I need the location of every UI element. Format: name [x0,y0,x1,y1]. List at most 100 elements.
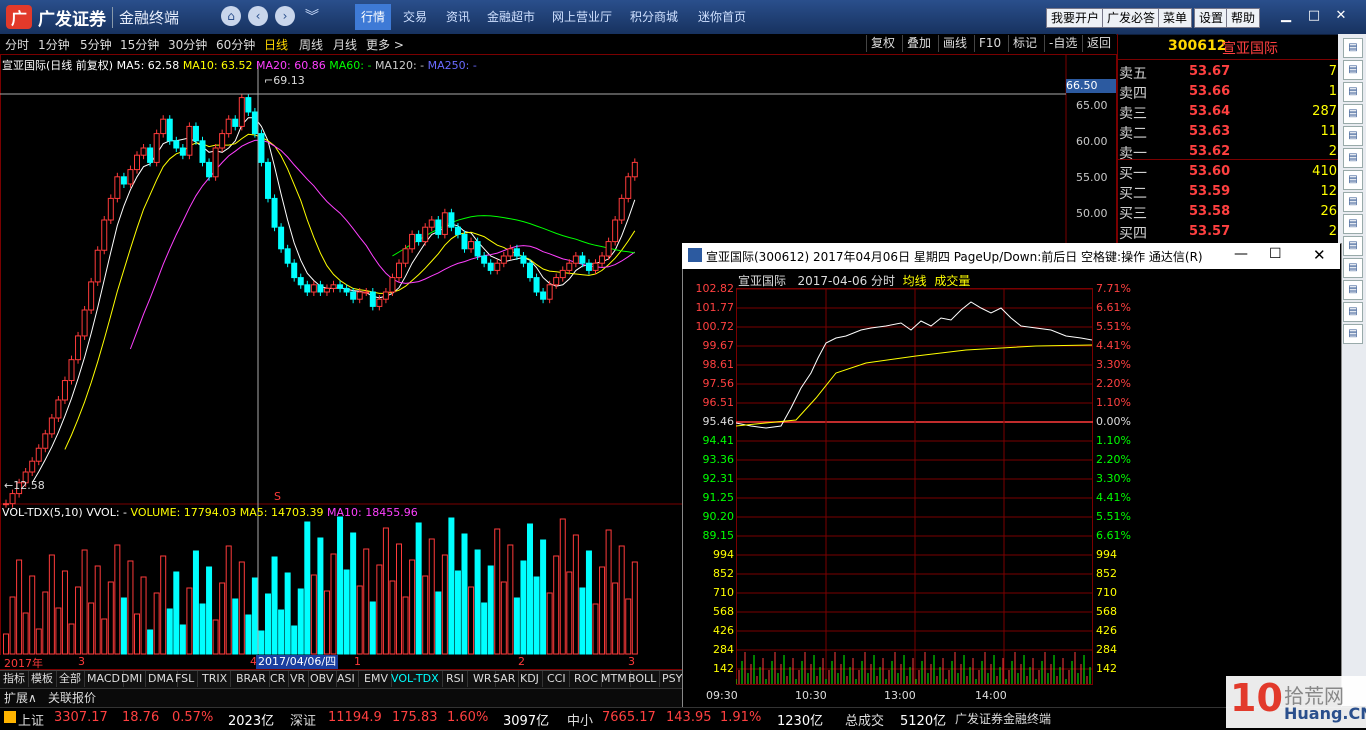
expand-tab[interactable]: 扩展∧ [4,689,37,706]
tool-3[interactable]: F10 [974,35,1005,52]
period-7[interactable]: 周线 [299,36,323,53]
popup-minimize-icon[interactable]: — [1234,246,1248,262]
close-icon[interactable]: ✕ [1331,7,1351,25]
tool-4[interactable]: 标记 [1008,35,1041,52]
ob-price: 53.62 [1189,144,1231,159]
expand-icon[interactable]: ︾ [302,6,322,26]
orderbook-row[interactable]: 买三 53.58 26 [1119,203,1337,223]
tool-2[interactable]: 画线 [938,35,971,52]
top-button-1[interactable]: 广发必答 [1102,8,1161,28]
side-tool-icon[interactable]: ▤ [1343,214,1363,234]
period-6[interactable]: 日线 [264,36,288,53]
indicator-tab-14[interactable]: VOL-TDX [388,671,443,687]
orderbook-row[interactable]: 买一 53.60 410 [1119,163,1337,183]
volume-label: VOLUME: 17794.03 [130,506,237,519]
period-8[interactable]: 月线 [333,36,357,53]
ob-price: 53.60 [1189,164,1231,179]
period-5[interactable]: 60分钟 [216,36,255,53]
side-tool-icon[interactable]: ▤ [1343,302,1363,322]
indicator-tab-4[interactable]: DMI [118,671,147,687]
back-icon[interactable]: ‹ [248,6,268,26]
menu-item-1[interactable]: 交易 [397,7,433,27]
indicator-tab-10[interactable]: VR [287,671,310,687]
orderbook-row[interactable]: 买四 53.57 2 [1119,223,1337,243]
tool-5[interactable]: -自选 [1044,35,1081,52]
popup-maximize-icon[interactable]: ☐ [1269,246,1282,262]
side-tool-icon[interactable]: ▤ [1343,60,1363,80]
indicator-tab-22[interactable]: BOLL [625,671,661,687]
popup-close-icon[interactable]: ✕ [1313,246,1326,264]
indicator-tab-6[interactable]: FSL [172,671,199,687]
forward-icon[interactable]: › [275,6,295,26]
period-3[interactable]: 15分钟 [120,36,159,53]
side-tool-icon[interactable]: ▤ [1343,192,1363,212]
period-1[interactable]: 1分钟 [38,36,70,53]
period-0[interactable]: 分时 [5,36,29,53]
indicator-tab-0[interactable]: 指标 [0,671,29,687]
ob-price: 53.66 [1189,84,1231,99]
side-tool-icon[interactable]: ▤ [1343,148,1363,168]
volume-bar [199,603,206,655]
period-4[interactable]: 30分钟 [168,36,207,53]
side-tool-icon[interactable]: ▤ [1343,280,1363,300]
volume-bar [487,565,494,655]
x-label-4: 2 [518,655,525,668]
tool-1[interactable]: 叠加 [902,35,935,52]
indicator-tab-8[interactable]: BRAR [233,671,270,687]
low-label: ←12.58 [4,479,45,492]
indicator-tab-2[interactable]: 全部 [56,671,85,687]
side-tool-icon[interactable]: ▤ [1343,170,1363,190]
total-amount: 5120亿 [900,714,947,729]
indicator-tab-7[interactable]: TRIX [199,671,232,687]
side-tool-icon[interactable]: ▤ [1343,82,1363,102]
menu-item-4[interactable]: 网上营业厅 [546,7,618,27]
indicator-tab-11[interactable]: OBV [307,671,338,687]
orderbook-row[interactable]: 卖一 53.62 2 [1119,143,1337,163]
orderbook-row[interactable]: 卖四 53.66 1 [1119,83,1337,103]
indicator-tab-19[interactable]: CCI [544,671,570,687]
menu-item-6[interactable]: 迷你首页 [692,7,752,27]
period-9[interactable]: 更多 > [366,36,404,53]
period-2[interactable]: 5分钟 [80,36,112,53]
top-button-4[interactable]: 帮助 [1226,8,1261,28]
menu-item-2[interactable]: 资讯 [440,7,476,27]
minute-chart[interactable] [736,288,1094,686]
side-tool-icon[interactable]: ▤ [1343,104,1363,124]
tool-6[interactable]: 返回 [1082,35,1115,52]
side-tool-icon[interactable]: ▤ [1343,324,1363,344]
minimize-icon[interactable]: ▁ [1276,7,1296,25]
candle-body [232,118,239,127]
top-button-0[interactable]: 我要开户 [1046,8,1105,28]
home-icon[interactable]: ⌂ [221,6,241,26]
popup-price-tick: 92.31 [702,472,735,485]
volume-bar [500,581,507,655]
indicator-tab-17[interactable]: SAR [490,671,520,687]
tool-0[interactable]: 复权 [866,35,899,52]
orderbook-row[interactable]: 买二 53.59 12 [1119,183,1337,203]
side-tool-icon[interactable]: ▤ [1343,236,1363,256]
menu-item-0[interactable]: 行情 [355,4,392,30]
orderbook-row[interactable]: 卖三 53.64 287 [1119,103,1337,123]
menu-item-5[interactable]: 积分商城 [624,7,684,27]
side-tool-icon[interactable]: ▤ [1343,38,1363,58]
orderbook-row[interactable]: 卖五 53.67 7 [1119,63,1337,83]
candle-body [212,147,219,178]
indicator-tab-15[interactable]: RSI [443,671,468,687]
related-quote-tab[interactable]: 关联报价 [48,689,96,706]
candle-body [507,248,514,257]
menu-item-3[interactable]: 金融超市 [481,7,541,27]
candle-body [238,97,245,127]
indicator-tab-9[interactable]: CR [267,671,290,687]
maximize-icon[interactable]: □ [1304,7,1324,25]
zx-index: 7665.17 [602,710,656,725]
indicator-tab-12[interactable]: ASI [334,671,359,687]
orderbook-row[interactable]: 卖二 53.63 11 [1119,123,1337,143]
side-tool-icon[interactable]: ▤ [1343,126,1363,146]
top-button-2[interactable]: 菜单 [1158,8,1193,28]
indicator-tab-18[interactable]: KDJ [517,671,543,687]
side-tool-icon[interactable]: ▤ [1343,258,1363,278]
ob-label: 卖一 [1119,146,1147,162]
indicator-tab-1[interactable]: 模板 [28,671,57,687]
top-button-3[interactable]: 设置 [1194,8,1229,28]
ob-label: 卖五 [1119,66,1147,82]
